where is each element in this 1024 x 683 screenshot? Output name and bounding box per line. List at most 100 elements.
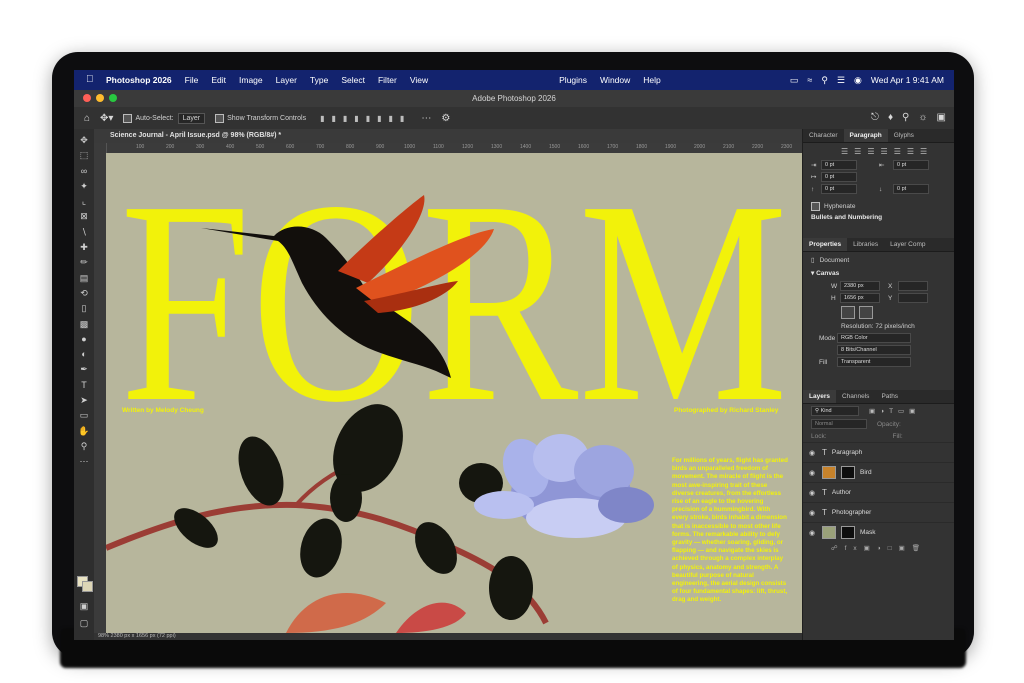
minimize-button[interactable]	[96, 94, 104, 102]
layer-row[interactable]: ◉ T Paragraph	[803, 442, 954, 462]
visibility-eye-icon[interactable]: ◉	[809, 509, 817, 517]
home-icon[interactable]: ⌂	[84, 113, 90, 124]
space-after-field[interactable]: 0 pt	[893, 184, 929, 194]
menu-layer[interactable]: Layer	[276, 75, 297, 85]
quick-mask-icon[interactable]: ▣	[74, 599, 94, 614]
visibility-eye-icon[interactable]: ◉	[809, 529, 817, 537]
paragraph-align-icons[interactable]: ☰☰☰☰☰☰☰	[803, 143, 954, 159]
layer-row[interactable]: ◉ T Photographer	[803, 502, 954, 522]
lasso-tool-icon[interactable]: ∞	[74, 164, 94, 179]
bits-dropdown[interactable]: 8 Bits/Channel	[837, 345, 911, 355]
tab-layer-comp[interactable]: Layer Comp	[884, 238, 931, 251]
layer-row[interactable]: ◉ Bird	[803, 462, 954, 482]
width-field[interactable]: 2380 px	[840, 281, 880, 291]
menu-edit[interactable]: Edit	[211, 75, 226, 85]
stamp-tool-icon[interactable]: ▤	[74, 271, 94, 286]
layer-row[interactable]: ◉ T Author	[803, 482, 954, 502]
healing-brush-icon[interactable]: ✚	[74, 240, 94, 255]
tab-properties[interactable]: Properties	[803, 238, 848, 251]
rectangle-tool-icon[interactable]: ▭	[74, 408, 94, 423]
blur-tool-icon[interactable]: ●	[74, 332, 94, 347]
workspace-icon[interactable]: ▣	[937, 112, 946, 123]
eyedropper-icon[interactable]: ∖	[74, 225, 94, 240]
fill-dropdown[interactable]: Transparent	[837, 357, 911, 367]
tab-paths[interactable]: Paths	[875, 390, 904, 403]
auto-select-dropdown[interactable]: Layer	[177, 112, 206, 124]
space-before-field[interactable]: 0 pt	[821, 184, 857, 194]
wifi-icon[interactable]: ≈	[807, 75, 812, 85]
transform-controls-checkbox[interactable]	[215, 113, 225, 123]
frame-tool-icon[interactable]: ⊠	[74, 209, 94, 224]
document-tab[interactable]: Science Journal - April Issue.psd @ 98% …	[94, 129, 802, 143]
tab-glyphs[interactable]: Glyphs	[888, 129, 920, 142]
menu-filter[interactable]: Filter	[378, 75, 397, 85]
y-field[interactable]	[898, 293, 928, 303]
battery-icon[interactable]: ▭	[790, 75, 799, 86]
menu-select[interactable]: Select	[341, 75, 365, 85]
portrait-orientation-icon[interactable]	[841, 305, 855, 319]
layers-footer-icons[interactable]: ☍fx▣◑□▣🗑	[803, 542, 954, 554]
auto-select-checkbox[interactable]	[123, 113, 133, 123]
layer-row[interactable]: ◉ Mask	[803, 522, 954, 542]
menu-app-name[interactable]: Photoshop 2026	[106, 75, 172, 85]
tab-libraries[interactable]: Libraries	[847, 238, 884, 251]
visibility-eye-icon[interactable]: ◉	[809, 489, 817, 497]
blend-mode-dropdown[interactable]: Normal	[811, 419, 867, 429]
notification-bell-icon[interactable]: ♦	[888, 112, 893, 123]
crop-tool-icon[interactable]: ⌞	[74, 194, 94, 209]
eraser-tool-icon[interactable]: ▯	[74, 301, 94, 316]
share-icon[interactable]: ⎋	[871, 112, 879, 123]
layer-filter-icons[interactable]: ▣◑T▭▣	[869, 407, 920, 415]
tab-layers[interactable]: Layers	[803, 390, 836, 403]
more-tools-icon[interactable]: ⋯	[74, 454, 94, 469]
type-tool-icon[interactable]: T	[74, 378, 94, 393]
x-field[interactable]	[898, 281, 928, 291]
menu-window[interactable]: Window	[600, 75, 630, 85]
document-canvas[interactable]: FORM Written by Melody Cheung Photograph…	[106, 153, 802, 633]
first-line-indent-field[interactable]: 0 pt	[821, 172, 857, 182]
close-button[interactable]	[83, 94, 91, 102]
menu-type[interactable]: Type	[310, 75, 328, 85]
tab-character[interactable]: Character	[803, 129, 844, 142]
siri-icon[interactable]: ◉	[854, 75, 862, 86]
written-by-label[interactable]: Written by Melody Cheung	[122, 407, 204, 414]
discover-lightbulb-icon[interactable]: ☼	[918, 112, 927, 123]
background-color-swatch[interactable]	[82, 581, 93, 592]
menu-plugins[interactable]: Plugins	[559, 75, 587, 85]
control-center-icon[interactable]: ☰	[837, 75, 845, 86]
tab-channels[interactable]: Channels	[836, 390, 875, 403]
landscape-orientation-icon[interactable]	[859, 305, 873, 319]
indent-left-field[interactable]: 0 pt	[821, 160, 857, 170]
menu-file[interactable]: File	[185, 75, 199, 85]
history-brush-icon[interactable]: ⟲	[74, 286, 94, 301]
align-icons[interactable]: ▮▮▮▮▮▮▮▮	[320, 114, 411, 123]
zoom-button[interactable]	[109, 94, 117, 102]
visibility-eye-icon[interactable]: ◉	[809, 449, 817, 457]
menu-help[interactable]: Help	[643, 75, 660, 85]
settings-gear-icon[interactable]: ⚙	[441, 113, 450, 124]
brush-tool-icon[interactable]: ✏	[74, 255, 94, 270]
height-field[interactable]: 1656 px	[840, 293, 880, 303]
tab-paragraph[interactable]: Paragraph	[843, 129, 888, 142]
object-select-icon[interactable]: ✦	[74, 179, 94, 194]
headline-form[interactable]: FORM	[120, 153, 788, 462]
gradient-tool-icon[interactable]: ▩	[74, 317, 94, 332]
indent-right-field[interactable]: 0 pt	[893, 160, 929, 170]
visibility-eye-icon[interactable]: ◉	[809, 469, 817, 477]
menu-view[interactable]: View	[410, 75, 428, 85]
search-panel-icon[interactable]: ⚲	[902, 112, 909, 123]
layer-kind-filter[interactable]: ⚲ Kind	[811, 406, 859, 416]
apple-icon[interactable]: 	[86, 74, 98, 86]
menu-image[interactable]: Image	[239, 75, 263, 85]
photographed-by-label[interactable]: Photographed by Richard Stanley	[674, 407, 778, 414]
move-tool-icon[interactable]: ✥	[74, 133, 94, 148]
mode-dropdown[interactable]: RGB Color	[837, 333, 911, 343]
hyphenate-checkbox[interactable]	[811, 201, 820, 211]
zoom-tool-icon[interactable]: ⚲	[74, 439, 94, 454]
search-icon[interactable]: ⚲	[821, 75, 828, 86]
canvas-section-label[interactable]: ▾ Canvas	[803, 268, 954, 280]
more-options-icon[interactable]: ⋯	[421, 113, 431, 124]
pen-tool-icon[interactable]: ✒	[74, 362, 94, 377]
screen-mode-icon[interactable]: ▢	[74, 616, 94, 631]
bullets-numbering-label[interactable]: Bullets and Numbering	[803, 212, 954, 224]
